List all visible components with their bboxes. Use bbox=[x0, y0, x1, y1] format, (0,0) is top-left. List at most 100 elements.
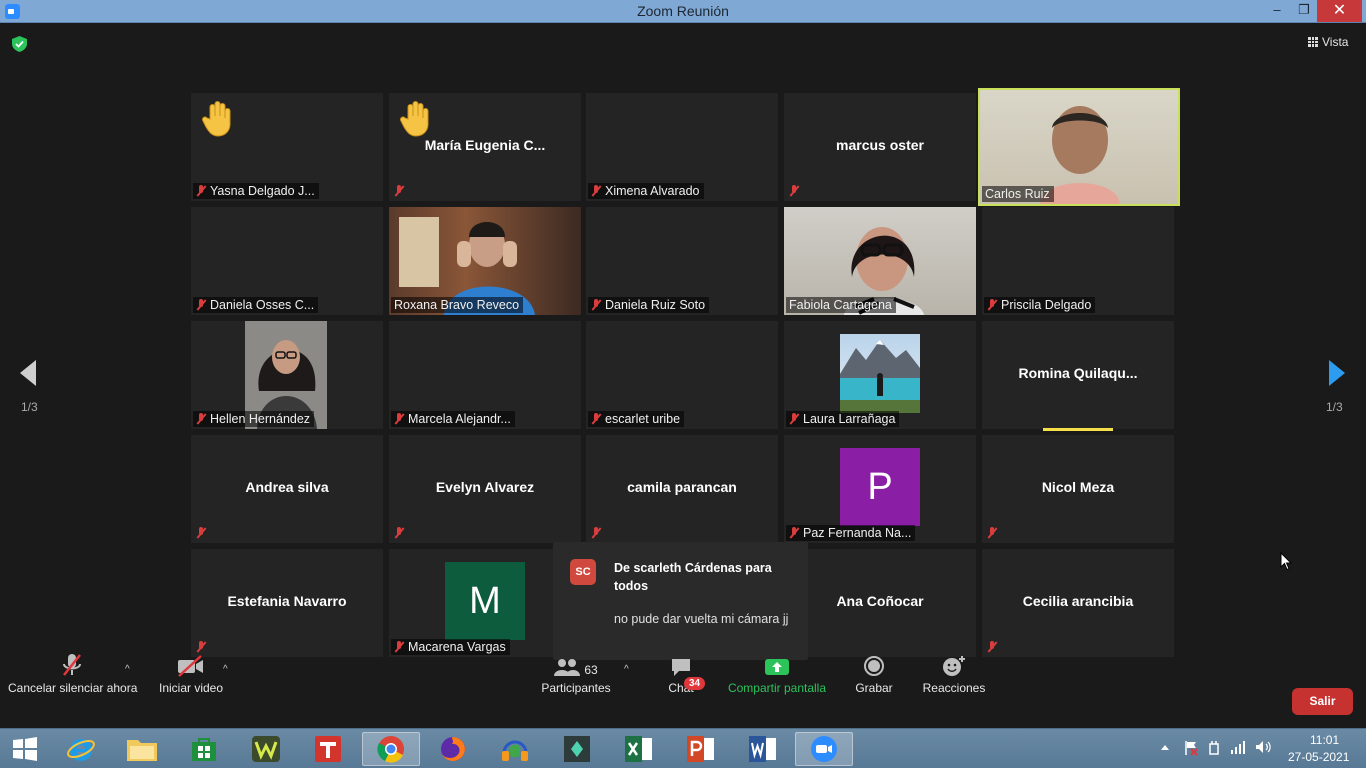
participants-button[interactable]: 63 Participantes bbox=[536, 655, 616, 695]
participant-label bbox=[391, 525, 408, 541]
participant-label-text: Carlos Ruiz bbox=[985, 187, 1050, 201]
grid-view-icon bbox=[1308, 37, 1318, 47]
participant-tile[interactable]: Fabiola Cartagena bbox=[784, 207, 976, 315]
taskbar-word[interactable] bbox=[734, 732, 792, 766]
participant-tile[interactable]: Ana Coñocar bbox=[784, 549, 976, 657]
participant-name: Estefania Navarro bbox=[227, 593, 347, 609]
participant-name: Cecilia arancibia bbox=[1022, 593, 1134, 609]
tray-expand-icon[interactable] bbox=[1160, 743, 1170, 751]
participant-tile[interactable]: Daniela Osses C... bbox=[191, 207, 383, 315]
title-bar: Zoom Reunión – ❐ ✕ bbox=[0, 0, 1366, 23]
participant-label-text: Roxana Bravo Reveco bbox=[394, 298, 520, 312]
participant-tile[interactable]: P Paz Fernanda Na... bbox=[784, 435, 976, 543]
headphones-icon bbox=[502, 740, 528, 761]
participant-label-text: Yasna Delgado J... bbox=[210, 184, 315, 198]
video-options-caret[interactable]: ^ bbox=[223, 664, 228, 675]
participant-name: María Eugenia C... bbox=[424, 137, 546, 153]
participant-label: Roxana Bravo Reveco bbox=[391, 297, 524, 313]
taskbar-excel[interactable] bbox=[610, 732, 668, 766]
participant-label: Yasna Delgado J... bbox=[193, 183, 319, 199]
participant-tile[interactable]: Marcela Alejandr... bbox=[389, 321, 581, 429]
security-shield-icon[interactable] bbox=[12, 36, 27, 52]
minimize-button[interactable]: – bbox=[1263, 0, 1291, 22]
participant-tile[interactable]: camila parancan bbox=[586, 435, 778, 543]
participant-name: Romina Quilaqu... bbox=[1018, 365, 1138, 381]
muted-microphone-icon bbox=[987, 527, 997, 539]
participant-tile[interactable]: escarlet uribe bbox=[586, 321, 778, 429]
chat-icon bbox=[672, 659, 690, 676]
muted-microphone-icon bbox=[394, 527, 404, 539]
taskbar-headphones-app[interactable] bbox=[486, 732, 544, 766]
power-plug-icon[interactable] bbox=[1207, 740, 1221, 756]
participant-tile[interactable]: Cecilia arancibia bbox=[982, 549, 1174, 657]
participant-tile[interactable]: Laura Larrañaga bbox=[784, 321, 976, 429]
participant-label: Hellen Hernández bbox=[193, 411, 315, 427]
participant-tile[interactable]: Yasna Delgado J... bbox=[191, 93, 383, 201]
participant-label-text: Daniela Osses C... bbox=[210, 298, 315, 312]
participant-tile[interactable]: Estefania Navarro bbox=[191, 549, 383, 657]
record-button[interactable]: Grabar bbox=[850, 655, 898, 695]
muted-microphone-icon bbox=[196, 641, 206, 653]
taskbar-zoom[interactable] bbox=[795, 732, 853, 766]
audio-options-caret[interactable]: ^ bbox=[125, 664, 130, 675]
participant-tile[interactable]: María Eugenia C... bbox=[389, 93, 581, 201]
taskbar-chrome[interactable] bbox=[362, 732, 420, 766]
taskbar-winamp[interactable] bbox=[237, 732, 295, 766]
participant-avatar: P bbox=[840, 448, 920, 526]
start-button[interactable] bbox=[0, 732, 54, 766]
participant-tile[interactable]: Hellen Hernández bbox=[191, 321, 383, 429]
excel-icon bbox=[625, 736, 652, 762]
participant-tile[interactable]: Ximena Alvarado bbox=[586, 93, 778, 201]
muted-microphone-icon bbox=[987, 641, 997, 653]
network-signal-icon[interactable] bbox=[1230, 740, 1246, 754]
volume-speaker-icon[interactable] bbox=[1255, 740, 1271, 754]
taskbar-firefox[interactable] bbox=[424, 732, 482, 766]
taskbar-powerpoint[interactable] bbox=[672, 732, 730, 766]
taskbar-internet-explorer[interactable] bbox=[52, 732, 110, 766]
unmute-button[interactable]: Cancelar silenciar ahora bbox=[8, 654, 138, 695]
participants-options-caret[interactable]: ^ bbox=[624, 664, 629, 675]
participant-label-text: Laura Larrañaga bbox=[803, 412, 896, 426]
participant-tile[interactable]: Daniela Ruiz Soto bbox=[586, 207, 778, 315]
participant-label: escarlet uribe bbox=[588, 411, 685, 427]
chat-notification[interactable]: SC De scarleth Cárdenas para todos no pu… bbox=[553, 542, 808, 668]
close-button[interactable]: ✕ bbox=[1317, 0, 1362, 22]
participant-label-text: Daniela Ruiz Soto bbox=[605, 298, 706, 312]
action-center-flag-icon[interactable] bbox=[1183, 740, 1199, 756]
unmute-label: Cancelar silenciar ahora bbox=[8, 681, 138, 695]
taskbar-file-explorer[interactable] bbox=[113, 732, 171, 766]
taskbar-filmora[interactable] bbox=[548, 732, 606, 766]
firefox-icon bbox=[441, 737, 465, 761]
muted-microphone-icon bbox=[591, 185, 601, 197]
participant-label-text: Fabiola Cartagena bbox=[789, 298, 892, 312]
leave-button[interactable]: Salir bbox=[1292, 688, 1353, 715]
taskbar-store[interactable] bbox=[175, 732, 233, 766]
record-icon bbox=[864, 656, 884, 676]
start-video-button[interactable]: Iniciar video bbox=[150, 655, 232, 695]
taskbar-clock-time[interactable]: 11:01 bbox=[1310, 733, 1339, 747]
participant-tile[interactable]: Priscila Delgado bbox=[982, 207, 1174, 315]
taskbar-t-app[interactable] bbox=[299, 732, 357, 766]
participant-label bbox=[984, 525, 1001, 541]
share-screen-button[interactable]: Compartir pantalla bbox=[722, 655, 832, 695]
participant-tile[interactable]: Nicol Meza bbox=[982, 435, 1174, 543]
maximize-button[interactable]: ❐ bbox=[1290, 0, 1318, 22]
participant-tile[interactable]: Roxana Bravo Reveco bbox=[389, 207, 581, 315]
participant-tile[interactable]: Carlos Ruiz bbox=[978, 88, 1180, 206]
participant-label: Fabiola Cartagena bbox=[786, 297, 896, 313]
window-title: Zoom Reunión bbox=[637, 3, 729, 19]
next-page-arrow-icon[interactable] bbox=[1327, 358, 1347, 388]
reactions-button[interactable]: Reacciones bbox=[920, 655, 988, 695]
participant-tile[interactable]: marcus oster bbox=[784, 93, 976, 201]
view-button[interactable]: Vista bbox=[1308, 35, 1348, 49]
participant-label: Daniela Osses C... bbox=[193, 297, 319, 313]
participant-label-text: Hellen Hernández bbox=[210, 412, 311, 426]
muted-microphone-icon bbox=[394, 413, 404, 425]
participant-tile[interactable]: Romina Quilaqu... bbox=[982, 321, 1174, 429]
zoom-icon bbox=[811, 736, 837, 762]
participant-tile[interactable]: Andrea silva bbox=[191, 435, 383, 543]
participant-tile[interactable]: Evelyn Alvarez bbox=[389, 435, 581, 543]
muted-microphone-icon bbox=[394, 641, 404, 653]
taskbar-clock-date[interactable]: 27-05-2021 bbox=[1288, 750, 1349, 764]
previous-page-arrow-icon[interactable] bbox=[18, 358, 38, 388]
